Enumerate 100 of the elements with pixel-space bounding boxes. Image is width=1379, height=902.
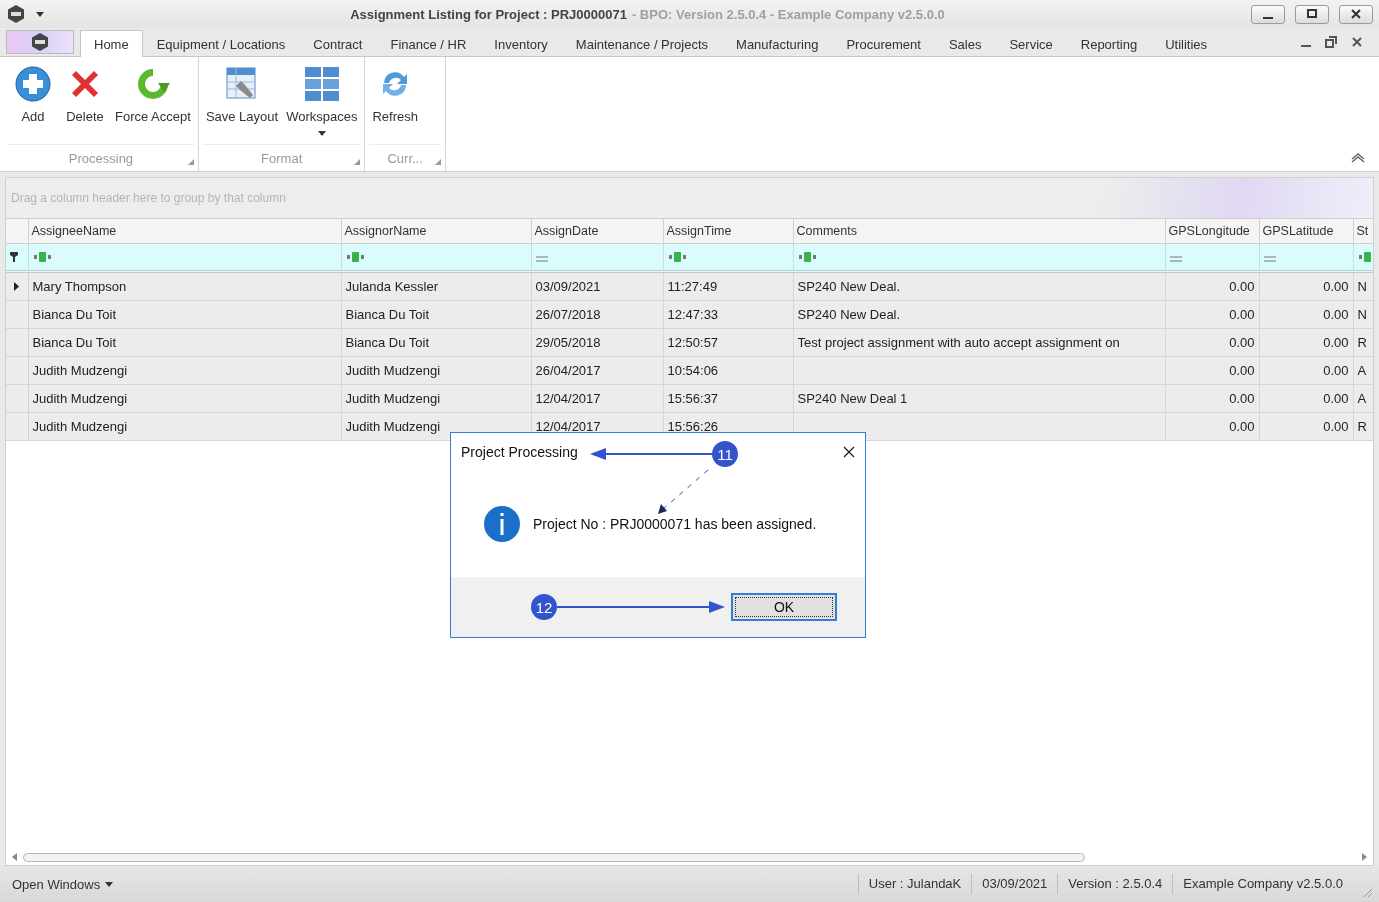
dialog-launcher-icon[interactable]	[187, 159, 194, 165]
app-logo-icon	[30, 32, 50, 52]
table-cell: 0.00	[1259, 356, 1353, 385]
ribbon-button[interactable]: Delete	[60, 61, 110, 144]
column-header[interactable]: St	[1353, 219, 1373, 244]
filter-field[interactable]	[341, 243, 531, 272]
ribbon-tab[interactable]: Contract	[299, 30, 377, 57]
table-cell: 0.00	[1259, 412, 1353, 441]
table-cell: 0.00	[1165, 356, 1259, 385]
filter-field[interactable]	[1165, 243, 1259, 272]
filter-field[interactable]	[1259, 243, 1353, 272]
ribbon-button[interactable]: Refresh	[369, 61, 421, 144]
close-icon[interactable]	[1351, 36, 1363, 48]
minimize-icon	[1263, 17, 1273, 19]
table-cell: 12:47:33	[663, 300, 793, 329]
close-icon[interactable]	[843, 446, 855, 458]
group-label: Format	[261, 150, 303, 166]
ribbon-tab[interactable]: Manufacturing	[722, 30, 833, 57]
scroll-left-icon[interactable]	[12, 853, 17, 861]
table-cell: Judith Mudzengi	[341, 356, 531, 385]
group-label: Processing	[68, 150, 134, 166]
ribbon-tab[interactable]: Procurement	[832, 30, 935, 57]
table-cell: 12:50:57	[663, 328, 793, 357]
scroll-right-icon[interactable]	[1362, 853, 1367, 861]
table-cell: Julanda Kessler	[341, 271, 531, 301]
ribbon-tab[interactable]: Finance / HR	[376, 30, 481, 57]
dialog-launcher-icon[interactable]	[354, 159, 361, 165]
ribbon-tab[interactable]: Home	[80, 30, 143, 57]
text-filter-icon	[345, 251, 366, 262]
group-label: Curr...	[387, 150, 423, 166]
table-cell: Mary Thompson	[28, 271, 341, 301]
ribbon-tab[interactable]: Maintenance / Projects	[561, 30, 723, 57]
maximize-button[interactable]	[1295, 4, 1329, 24]
column-header[interactable]: AssignorName	[341, 219, 531, 244]
table-cell: Bianca Du Toit	[28, 328, 341, 357]
filter-field[interactable]	[663, 243, 793, 272]
restore-icon[interactable]	[1325, 36, 1337, 48]
table-cell: Bianca Du Toit	[341, 300, 531, 329]
column-header[interactable]: AssignDate	[531, 219, 663, 244]
dialog-launcher-icon[interactable]	[434, 159, 441, 165]
window-subtitle: - BPO: Version 2.5.0.4 - Example Company v2.5.0.0	[631, 6, 945, 22]
ribbon-tab[interactable]: Reporting	[1066, 30, 1152, 57]
status-item: User : JulandaK	[857, 874, 972, 894]
table-cell: Bianca Du Toit	[341, 328, 531, 357]
ribbon-button[interactable]: Save Layout	[202, 61, 282, 144]
ribbon-tab[interactable]: Service	[995, 30, 1067, 57]
maximize-icon	[1307, 9, 1317, 19]
text-filter-icon	[1357, 251, 1373, 262]
quick-access-caret-icon	[36, 11, 44, 17]
column-header[interactable]: GPSLatitude	[1259, 219, 1353, 244]
table-cell: 12/04/2017	[531, 384, 663, 413]
open-windows-button[interactable]: Open Windows	[6, 876, 120, 892]
plus-icon	[14, 65, 52, 103]
table-cell: 26/07/2018	[531, 300, 663, 329]
ok-button[interactable]: OK	[731, 593, 837, 621]
table-cell: 0.00	[1259, 271, 1353, 301]
ribbon-tab[interactable]: Utilities	[1151, 30, 1222, 57]
ribbon-button[interactable]: Force Accept	[112, 61, 194, 144]
table-cell: 0.00	[1165, 271, 1259, 301]
column-header[interactable]: AssigneeName	[28, 219, 341, 244]
table-cell: 26/04/2017	[531, 356, 663, 385]
column-header[interactable]: GPSLongitude	[1165, 219, 1259, 244]
info-icon	[483, 505, 521, 543]
filter-field[interactable]	[28, 243, 341, 272]
table-cell: Test project assignment with auto accept assignment on	[793, 328, 1165, 357]
table-cell: 0.00	[1165, 328, 1259, 357]
equals-filter-icon	[1263, 255, 1276, 262]
minimize-button[interactable]	[1251, 4, 1285, 24]
ribbon-tab[interactable]: Inventory	[480, 30, 562, 57]
table-cell: 0.00	[1259, 384, 1353, 413]
table-cell: 15:56:37	[663, 384, 793, 413]
ribbon-tab[interactable]: Equipment / Locations	[142, 30, 300, 57]
current-row-icon	[14, 282, 20, 291]
ribbon-button[interactable]: Workspaces	[283, 61, 361, 144]
column-header[interactable]: Comments	[793, 219, 1165, 244]
ribbon-button[interactable]: Add	[8, 61, 58, 144]
collapse-ribbon-icon[interactable]	[1351, 153, 1365, 163]
text-filter-icon	[667, 251, 688, 262]
table-cell: 03/09/2021	[531, 271, 663, 301]
ribbon-tab[interactable]: Sales	[934, 30, 996, 57]
grid-icon	[302, 65, 341, 103]
filter-field[interactable]	[793, 243, 1165, 272]
text-filter-icon	[797, 251, 818, 262]
column-header[interactable]: AssignTime	[663, 219, 793, 244]
filter-field[interactable]	[531, 243, 663, 272]
close-icon	[1351, 9, 1361, 19]
text-filter-icon	[32, 251, 53, 262]
table-cell: 10:54:06	[663, 356, 793, 385]
close-button[interactable]	[1339, 4, 1373, 24]
app-menu-button[interactable]	[6, 30, 74, 54]
table-cell: SP240 New Deal.	[793, 271, 1165, 301]
table-cell: 0.00	[1165, 300, 1259, 329]
table-cell: Judith Mudzengi	[28, 384, 341, 413]
table-cell: 0.00	[1259, 300, 1353, 329]
table-cell: 0.00	[1259, 328, 1353, 357]
table-cell: SP240 New Deal.	[793, 300, 1165, 329]
dashed-callout-arrow	[656, 468, 710, 516]
scrollbar-thumb[interactable]	[23, 852, 1085, 862]
table-cell: Bianca Du Toit	[28, 300, 341, 329]
status-item: Example Company v2.5.0.0	[1172, 874, 1353, 894]
